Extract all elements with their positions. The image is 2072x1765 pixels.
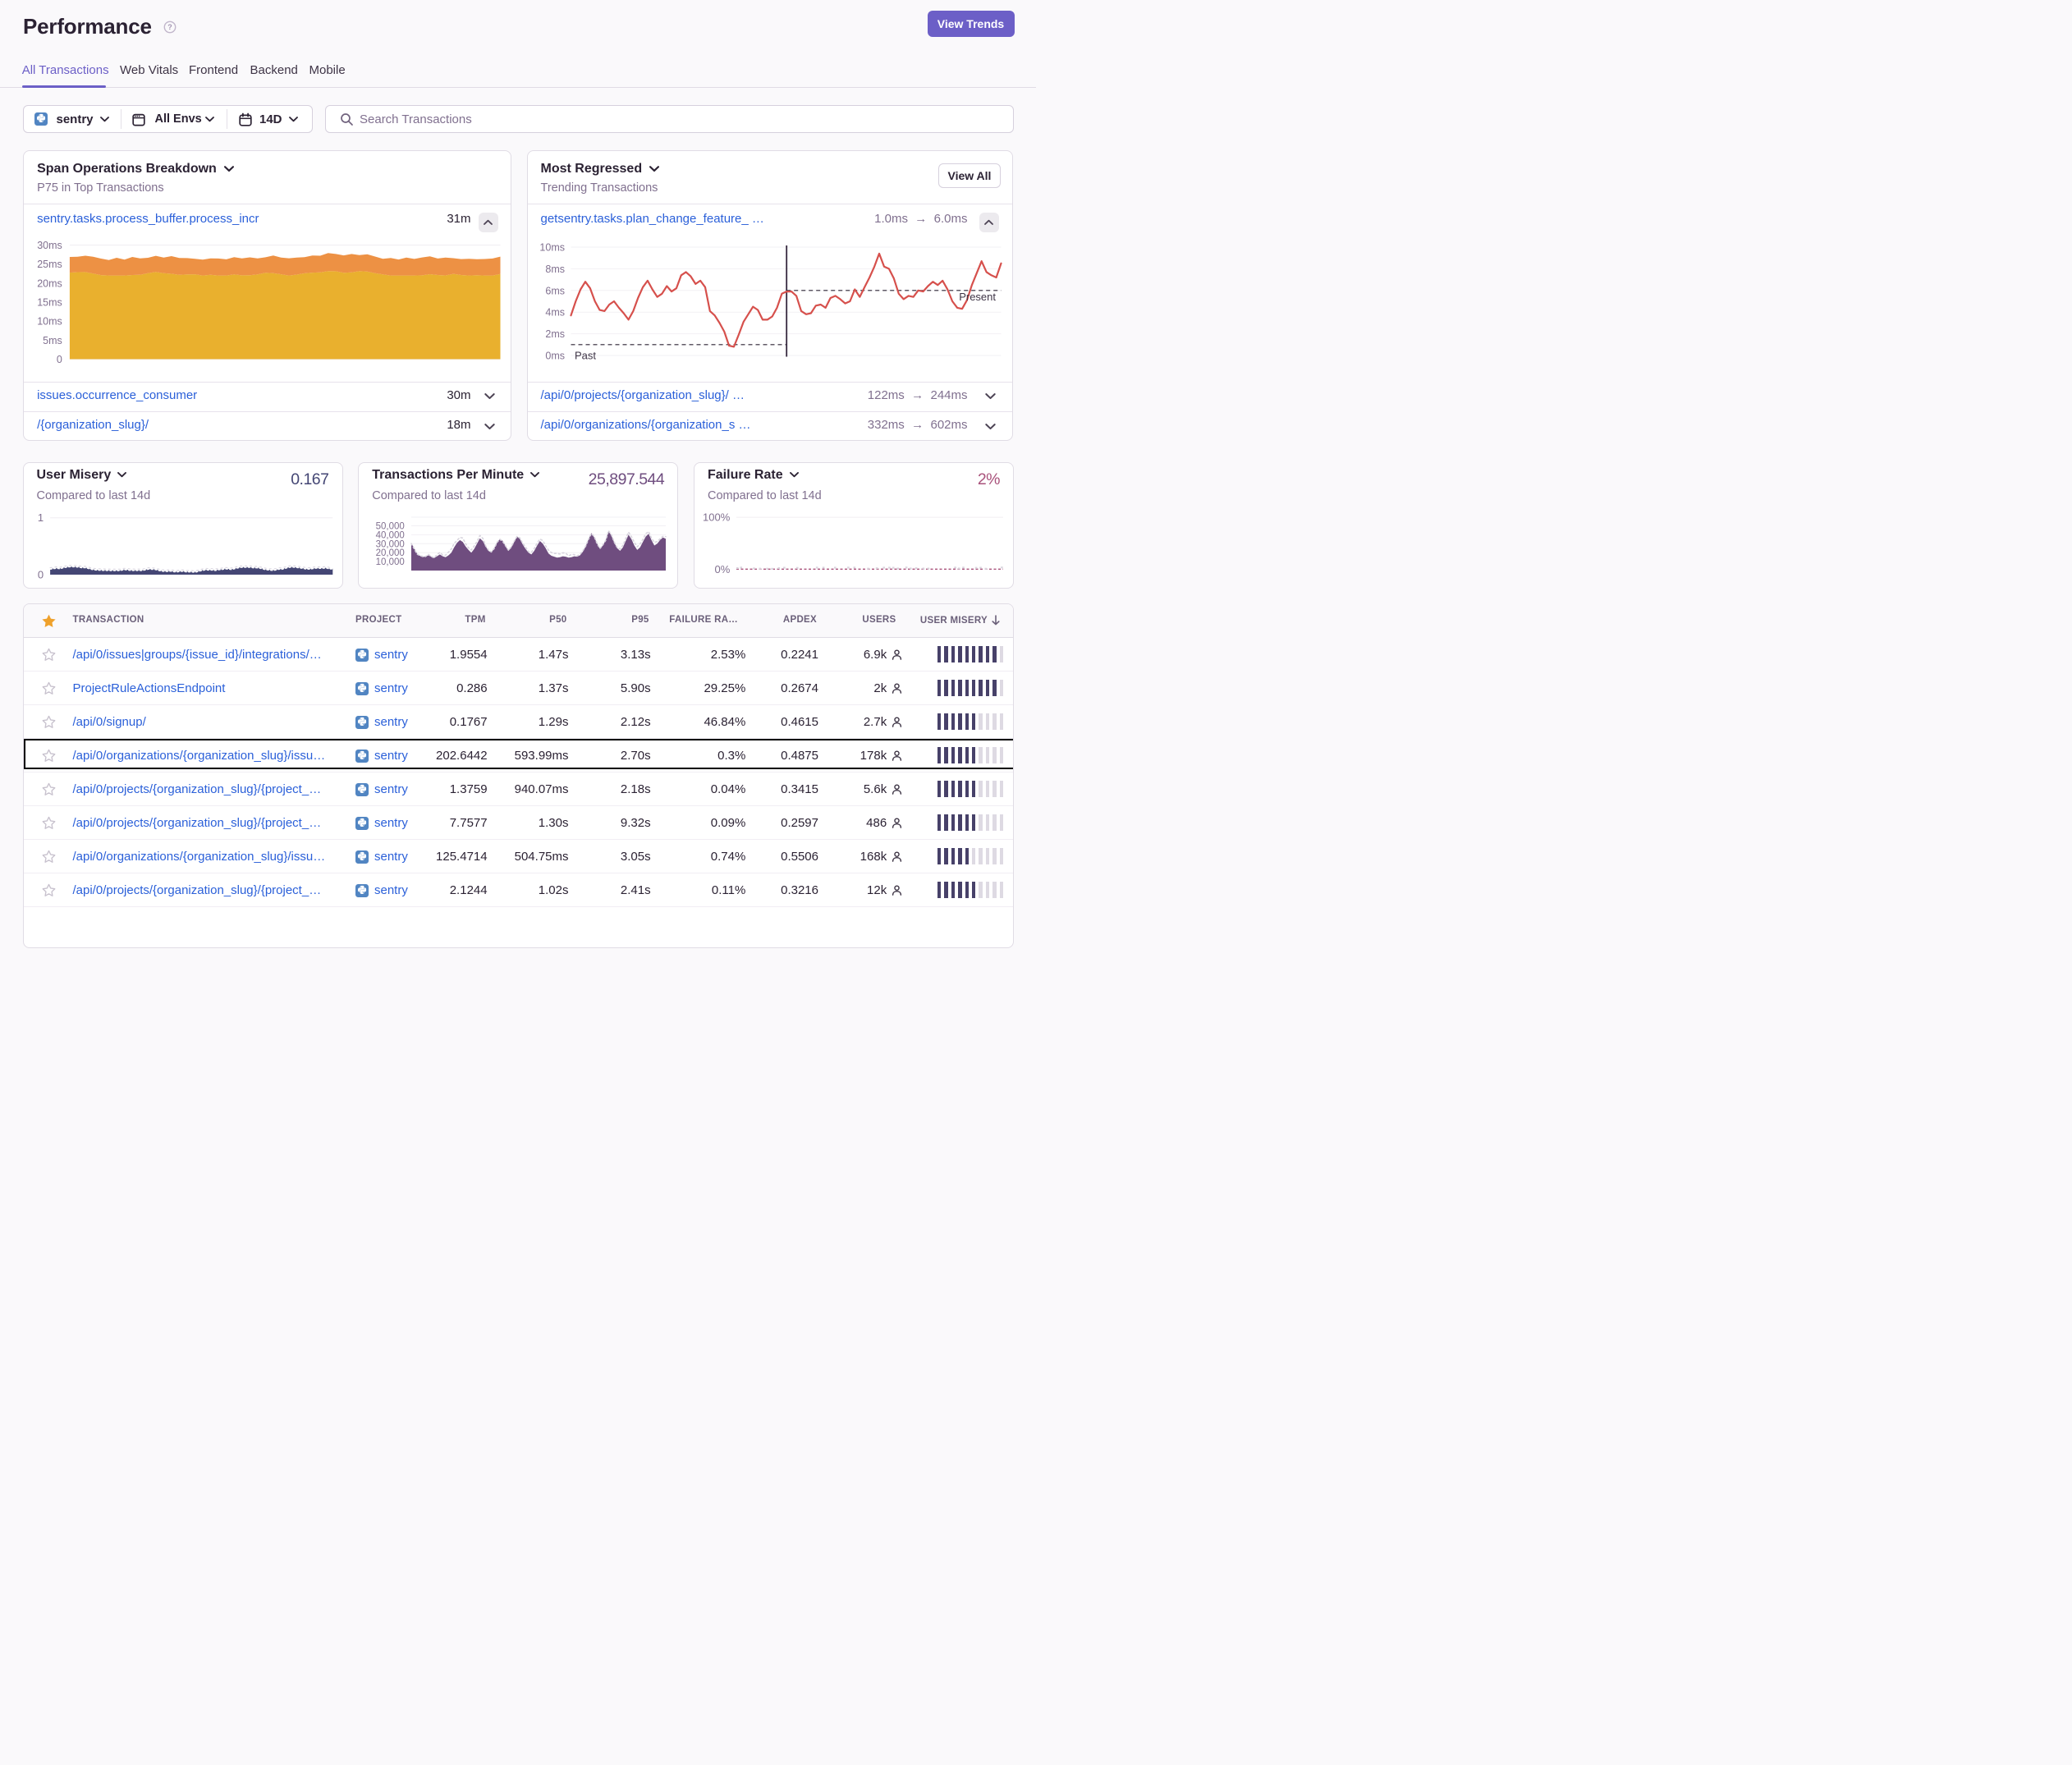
svg-text:?: ? [167,23,172,31]
svg-text:6ms: 6ms [545,285,565,296]
svg-text:5ms: 5ms [43,335,62,346]
svg-text:10ms: 10ms [37,316,62,328]
svg-text:25ms: 25ms [37,259,62,270]
svg-text:0: 0 [56,354,62,365]
svg-text:Present: Present [959,291,996,303]
svg-text:1: 1 [37,511,43,524]
svg-text:2ms: 2ms [545,328,565,340]
svg-text:Past: Past [575,350,596,362]
svg-text:0ms: 0ms [545,351,565,362]
svg-text:4ms: 4ms [545,307,565,319]
svg-text:20ms: 20ms [37,277,62,289]
svg-text:30ms: 30ms [37,240,62,251]
svg-text:0%: 0% [715,563,731,575]
svg-text:15ms: 15ms [37,297,62,309]
svg-text:0: 0 [37,568,43,580]
svg-text:8ms: 8ms [545,264,565,275]
svg-text:100%: 100% [703,511,731,523]
svg-text:10ms: 10ms [539,242,565,254]
svg-text:10,000: 10,000 [376,557,405,567]
